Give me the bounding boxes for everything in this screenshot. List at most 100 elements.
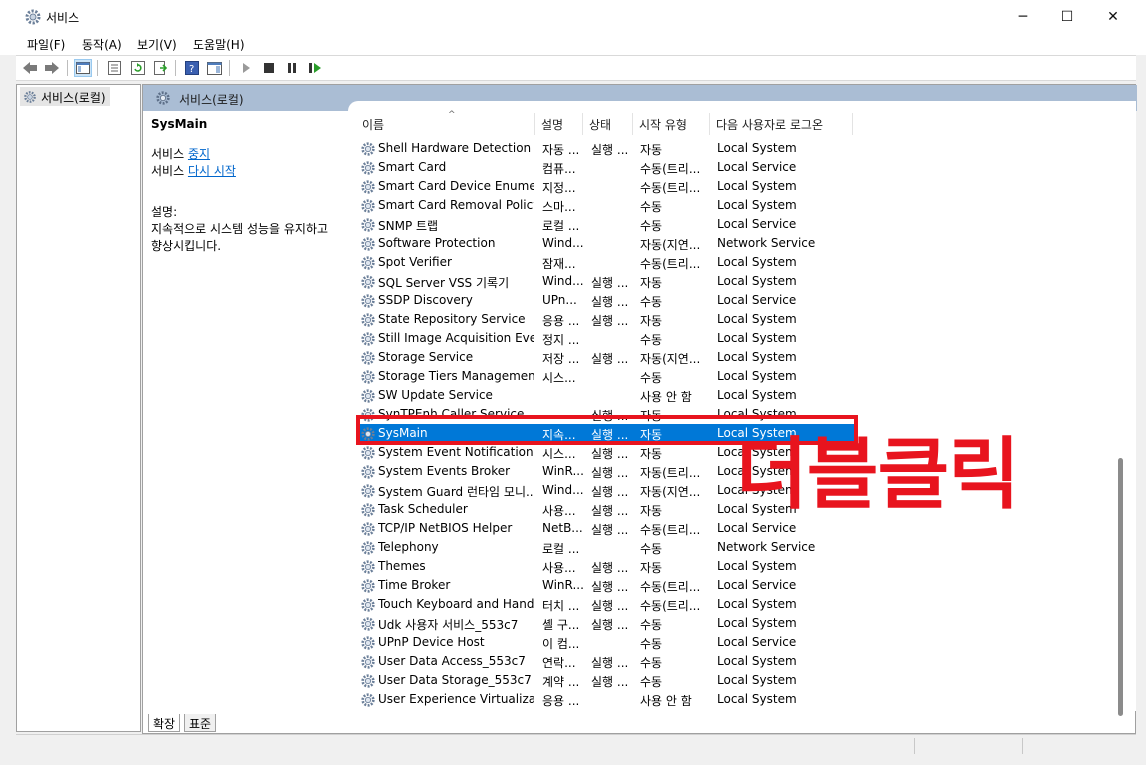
menu-help[interactable]: 도움말(H) [193, 36, 245, 53]
service-status-cell: 실행 ... [591, 580, 629, 594]
service-name-cell: Software Protection [378, 236, 496, 250]
service-status-cell: 실행 ... [591, 143, 629, 157]
service-gear-icon [361, 256, 375, 270]
service-row[interactable]: Themes 사용... 실행 ... 자동 Local System [356, 557, 856, 576]
minimize-button[interactable]: ─ [1000, 0, 1046, 33]
double-click-annotation: 더블클릭 [736, 430, 1020, 520]
service-log-on-as-cell: Local Service [717, 578, 797, 592]
service-row[interactable]: Touch Keyboard and Hand... 터치 ... 실행 ... 수동… [356, 595, 856, 614]
service-log-on-as-cell: Network Service [717, 236, 816, 250]
service-name-cell: Still Image Acquisition Eve... [378, 331, 534, 345]
tab-extended[interactable]: 확장 [148, 714, 181, 732]
menu-file[interactable]: 파일(F) [27, 36, 65, 53]
status-bar [16, 734, 1136, 756]
service-description-cell: NetB... [542, 521, 583, 535]
service-name-cell: System Guard 런타임 모니... [378, 485, 534, 499]
restart-service-link[interactable]: 다시 시작 [188, 164, 236, 178]
service-row[interactable]: SSDP Discovery UPn... 실행 ... 수동 Local Servic… [356, 291, 856, 310]
vertical-scrollbar[interactable] [1118, 458, 1123, 716]
services-list: ^ 이름 설명 상태 시작 유형 다음 사용자로 로그온 Shell Hardw… [348, 101, 1136, 711]
service-description-cell: 자동 ... [542, 143, 580, 157]
close-button[interactable]: ✕ [1090, 0, 1136, 33]
service-row[interactable]: Spot Verifier 잠재... 수동(트리... Local System [356, 253, 856, 272]
service-name-cell: SNMP 트랩 [378, 219, 439, 233]
service-description-cell: Wind... [542, 236, 584, 250]
service-row[interactable]: User Experience Virtualizati... 응용 ... 사용 … [356, 690, 856, 709]
service-gear-icon [361, 503, 375, 517]
services-window: 서비스 ─ ☐ ✕ 파일(F) 동작(A) 보기(V) 도움말(H) ? 서비스… [0, 0, 1146, 765]
service-row[interactable]: SNMP 트랩 로컬 ... 수동 Local Service [356, 215, 856, 234]
list-header: ^ 이름 설명 상태 시작 유형 다음 사용자로 로그온 [348, 110, 1136, 135]
tab-standard[interactable]: 표준 [184, 714, 217, 732]
service-row[interactable]: Smart Card Removal Policy 스마... 수동 Local Sy… [356, 196, 856, 215]
export-list-icon[interactable] [152, 59, 170, 77]
service-row[interactable]: UPnP Device Host 이 컴... 수동 Local Service [356, 633, 856, 652]
service-row[interactable]: Time Broker WinR... 실행 ... 수동(트리... Local Se… [356, 576, 856, 595]
service-name-cell: User Data Access_553c7 [378, 654, 526, 668]
refresh-icon[interactable] [129, 59, 147, 77]
service-log-on-as-cell: Local System [717, 255, 797, 269]
service-row[interactable]: User Data Access_553c7 연락... 실행 ... 수동 Local… [356, 652, 856, 671]
maximize-button[interactable]: ☐ [1044, 0, 1090, 33]
column-header-status[interactable]: 상태 [583, 113, 633, 135]
service-row[interactable]: User Data Storage_553c7 계약 ... 실행 ... 수동 Loc… [356, 671, 856, 690]
stop-prefix: 서비스 [151, 147, 188, 161]
properties-icon[interactable] [105, 59, 123, 77]
service-row[interactable]: SQL Server VSS 기록기 Wind... 실행 ... 자동 Local S… [356, 272, 856, 291]
service-gear-icon [361, 560, 375, 574]
service-row[interactable]: SW Update Service 사용 안 함 Local System [356, 386, 856, 405]
service-gear-icon [361, 218, 375, 232]
service-description-cell: 로컬 ... [542, 542, 580, 556]
service-gear-icon [361, 446, 375, 460]
service-name-cell: Shell Hardware Detection [378, 141, 532, 155]
service-log-on-as-cell: Local Service [717, 635, 797, 649]
service-startup-type-cell: 자동(지연... [640, 238, 701, 252]
service-name-cell: Telephony [378, 540, 439, 554]
title-bar: 서비스 ─ ☐ ✕ [0, 0, 1146, 33]
service-row[interactable]: Storage Service 저장 ... 실행 ... 자동(지연... Local… [356, 348, 856, 367]
service-name-cell: UPnP Device Host [378, 635, 485, 649]
show-action-pane-icon[interactable] [205, 59, 223, 77]
column-header-description[interactable]: 설명 [535, 113, 583, 135]
service-row[interactable]: Shell Hardware Detection 자동 ... 실행 ... 자동 Lo… [356, 139, 856, 158]
service-row[interactable]: Smart Card 컴퓨... 수동(트리... Local Service [356, 158, 856, 177]
restart-prefix: 서비스 [151, 164, 188, 178]
service-startup-type-cell: 수동 [640, 371, 663, 385]
menu-view[interactable]: 보기(V) [137, 36, 177, 53]
column-header-startup-type[interactable]: 시작 유형 [633, 113, 710, 135]
column-header-log-on-as[interactable]: 다음 사용자로 로그온 [710, 113, 853, 135]
tree-node-services-local[interactable]: 서비스(로컬) [20, 87, 110, 106]
service-row[interactable]: TCP/IP NetBIOS Helper NetB... 실행 ... 수동(트리.… [356, 519, 856, 538]
back-icon[interactable] [21, 59, 39, 77]
service-startup-type-cell: 자동 [640, 143, 663, 157]
service-startup-type-cell: 수동 [640, 542, 663, 556]
restart-service-icon[interactable] [306, 59, 324, 77]
help-icon[interactable]: ? [183, 59, 201, 77]
service-startup-type-cell: 자동 [640, 447, 663, 461]
service-gear-icon [361, 275, 375, 289]
stop-service-link[interactable]: 중지 [188, 147, 210, 161]
service-row[interactable]: Telephony 로컬 ... 수동 Network Service [356, 538, 856, 557]
service-startup-type-cell: 자동 [640, 314, 663, 328]
service-log-on-as-cell: Local Service [717, 160, 797, 174]
stop-service-icon[interactable] [260, 59, 278, 77]
service-description-cell: 셸 구... [542, 618, 580, 632]
service-startup-type-cell: 수동(트리... [640, 181, 701, 195]
show-tree-icon[interactable] [74, 59, 92, 77]
service-row[interactable]: Udk 사용자 서비스_553c7 셸 구... 실행 ... 수동 Local Sys… [356, 614, 856, 633]
column-header-name[interactable]: ^ 이름 [356, 110, 535, 135]
service-row[interactable]: Still Image Acquisition Eve... 정지 ... 수동 Lo… [356, 329, 856, 348]
start-service-icon[interactable] [237, 59, 255, 77]
service-row[interactable]: State Repository Service 응용 ... 실행 ... 자동 Lo… [356, 310, 856, 329]
service-startup-type-cell: 수동(트리... [640, 162, 701, 176]
service-row[interactable]: Software Protection Wind... 자동(지연... Networ… [356, 234, 856, 253]
menu-action[interactable]: 동작(A) [82, 36, 122, 53]
forward-icon[interactable] [43, 59, 61, 77]
pause-service-icon[interactable] [283, 59, 301, 77]
service-status-cell: 실행 ... [591, 656, 629, 670]
service-row[interactable]: Storage Tiers Management 시스... 수동 Local Sys… [356, 367, 856, 386]
service-gear-icon [361, 579, 375, 593]
service-description-cell: WinR... [542, 578, 584, 592]
service-row[interactable]: Smart Card Device Enumer... 지정... 수동(트리...… [356, 177, 856, 196]
service-description-cell: 사용... [542, 561, 576, 575]
